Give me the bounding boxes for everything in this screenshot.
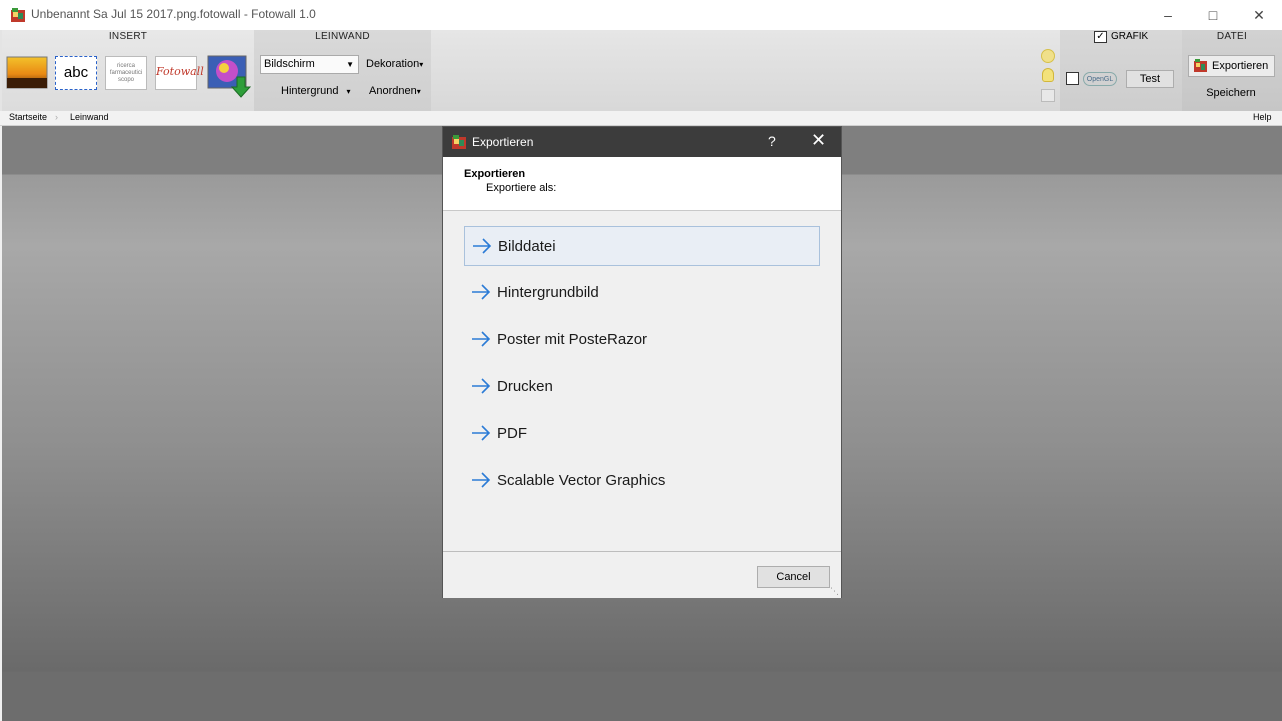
- datei-group-title: DATEI: [1216, 31, 1248, 42]
- window-title: Unbenannt Sa Jul 15 2017.png.fotowall - …: [31, 7, 316, 21]
- arrow-right-icon: [472, 331, 491, 347]
- breadcrumb-separator-icon: ›: [55, 112, 58, 122]
- exportieren-label: Exportieren: [1212, 60, 1269, 72]
- cancel-button[interactable]: Cancel: [757, 566, 830, 588]
- smiley-icon[interactable]: [1041, 49, 1055, 63]
- arrow-right-icon: [472, 425, 491, 441]
- window-titlebar: Unbenannt Sa Jul 15 2017.png.fotowall - …: [0, 0, 1282, 30]
- grafik-checkbox[interactable]: ✓: [1094, 31, 1107, 43]
- export-option-pdf[interactable]: PDF: [464, 414, 820, 454]
- canvas-bottom-band: [2, 672, 1282, 721]
- leinwand-group: LEINWAND Bildschirm ▼ Dekoration▾ Hinter…: [254, 30, 431, 111]
- export-option-label: Bilddatei: [498, 238, 556, 255]
- breadcrumb: Startseite › Leinwand Help: [0, 111, 1282, 126]
- datei-group: DATEI Exportieren Speichern: [1182, 30, 1282, 111]
- export-option-label: Poster mit PosteRazor: [497, 331, 648, 348]
- export-option-label: Scalable Vector Graphics: [497, 472, 666, 489]
- export-option-poster[interactable]: Poster mit PosteRazor: [464, 320, 820, 360]
- dialog-header: Exportieren Exportiere als:: [443, 157, 841, 211]
- resize-grip-icon[interactable]: ⋱: [830, 586, 839, 597]
- grafik-group: ✓ GRAFIK OpenGL Test: [1060, 30, 1182, 111]
- export-option-label: PDF: [497, 425, 527, 442]
- arrow-right-icon: [473, 238, 492, 254]
- close-window-button[interactable]: ✕: [1236, 0, 1282, 30]
- fotowall-app-icon: [11, 8, 25, 22]
- breadcrumb-startseite[interactable]: Startseite: [9, 112, 47, 122]
- dropdown-arrow-icon: ▾: [346, 87, 351, 96]
- dropdown-arrow-icon: ▾: [416, 87, 421, 96]
- arrow-right-icon: [472, 284, 491, 300]
- opengl-logo: OpenGL: [1083, 72, 1117, 86]
- lightbulb-icon[interactable]: [1042, 68, 1054, 82]
- ribbon: INSERT abc ricerca farmaceutici scopo Fo…: [0, 30, 1282, 111]
- minimize-button[interactable]: –: [1145, 0, 1191, 30]
- add-picture-button[interactable]: [6, 56, 48, 90]
- hintergrund-label: Hintergrund: [281, 85, 339, 97]
- insert-group: INSERT abc ricerca farmaceutici scopo Fo…: [2, 30, 254, 111]
- export-option-bilddatei[interactable]: Bilddatei: [464, 226, 820, 266]
- arrow-right-icon: [472, 472, 491, 488]
- insert-group-title: INSERT: [108, 31, 148, 42]
- export-icon: [1194, 59, 1207, 72]
- opengl-checkbox[interactable]: [1066, 72, 1079, 85]
- hintergrund-button[interactable]: Hintergrund ▾: [281, 85, 351, 97]
- dekoration-button[interactable]: Dekoration▾: [366, 58, 423, 70]
- add-webcam-image-button[interactable]: [207, 55, 251, 99]
- chevron-down-icon: ▼: [346, 60, 354, 69]
- image-settings-icon[interactable]: [1041, 89, 1055, 102]
- exportieren-button[interactable]: Exportieren: [1188, 55, 1275, 77]
- export-option-svg[interactable]: Scalable Vector Graphics: [464, 461, 820, 501]
- dialog-heading: Exportieren: [464, 168, 526, 180]
- dialog-help-button[interactable]: ?: [768, 133, 776, 149]
- dialog-title: Exportieren: [472, 135, 534, 149]
- maximize-button[interactable]: □: [1190, 0, 1236, 30]
- export-option-drucken[interactable]: Drucken: [464, 367, 820, 407]
- add-wordcloud-button[interactable]: ricerca farmaceutici scopo: [105, 56, 147, 90]
- grafik-group-title: GRAFIK: [1111, 31, 1149, 42]
- dekoration-label: Dekoration: [366, 58, 420, 70]
- add-text-button[interactable]: abc: [55, 56, 97, 90]
- export-option-label: Drucken: [497, 378, 553, 395]
- export-option-hintergrundbild[interactable]: Hintergrundbild: [464, 273, 820, 313]
- dialog-titlebar: Exportieren ? ✕: [443, 127, 841, 157]
- leinwand-group-title: LEINWAND: [315, 31, 370, 42]
- speichern-button[interactable]: Speichern: [1182, 87, 1280, 99]
- breadcrumb-leinwand[interactable]: Leinwand: [70, 112, 109, 122]
- help-link[interactable]: Help: [1253, 112, 1272, 122]
- arrow-right-icon: [472, 378, 491, 394]
- add-fotowall-label-button[interactable]: Fotowall: [155, 56, 204, 90]
- dialog-subheading: Exportiere als:: [486, 182, 557, 194]
- anordnen-label: Anordnen: [369, 85, 417, 97]
- dropdown-arrow-icon: ▾: [419, 60, 424, 69]
- dialog-footer: Cancel ⋱: [443, 551, 841, 598]
- mode-select-value: Bildschirm: [264, 58, 315, 70]
- test-button[interactable]: Test: [1126, 70, 1174, 88]
- fotowall-app-icon: [452, 135, 466, 149]
- mode-select[interactable]: Bildschirm ▼: [260, 55, 359, 74]
- export-dialog: Exportieren ? ✕ Exportieren Exportiere a…: [442, 126, 842, 598]
- export-option-label: Hintergrundbild: [497, 284, 599, 301]
- dialog-close-icon[interactable]: ✕: [811, 130, 826, 151]
- ribbon-spacer: [431, 30, 1060, 111]
- anordnen-button[interactable]: Anordnen▾: [369, 85, 421, 97]
